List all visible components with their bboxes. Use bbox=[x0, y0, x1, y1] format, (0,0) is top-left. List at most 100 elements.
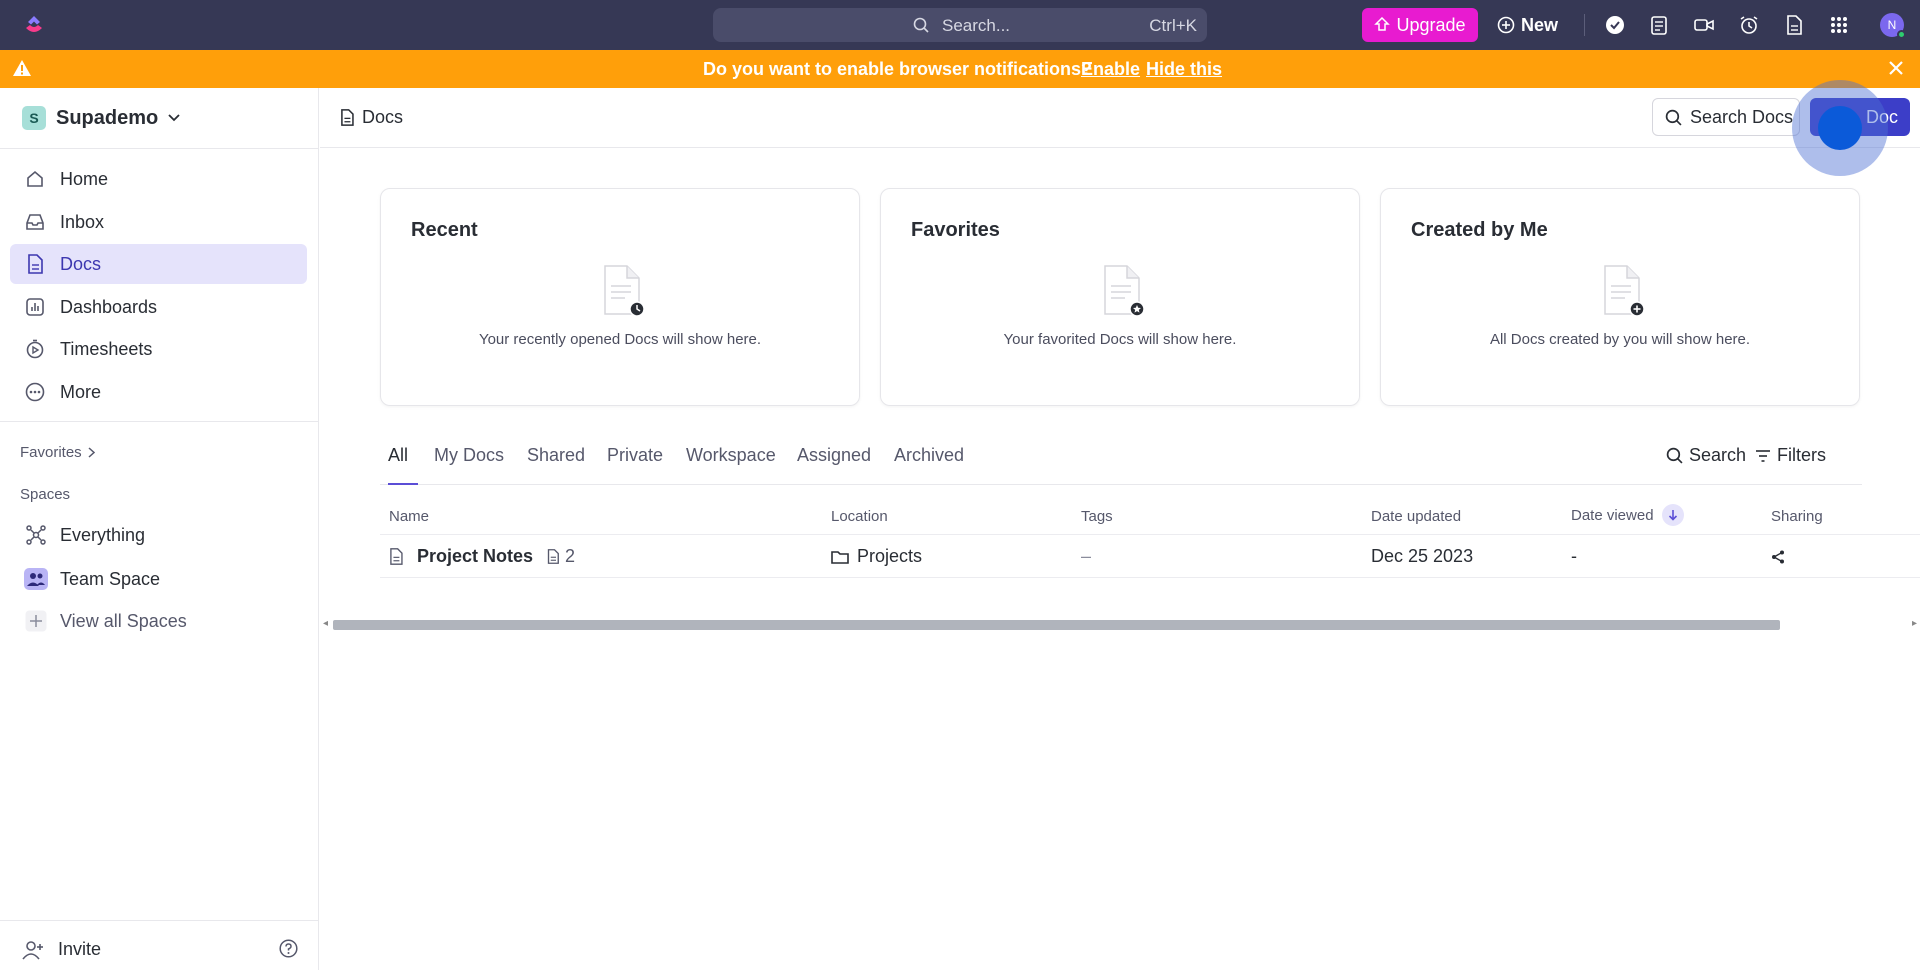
page-icon bbox=[547, 549, 559, 564]
sidebar-item-docs[interactable]: Docs bbox=[10, 244, 307, 284]
workspace-switcher[interactable]: S Supademo bbox=[22, 106, 180, 130]
sidebar-item-label: Timesheets bbox=[60, 338, 153, 359]
tab-all[interactable]: All bbox=[388, 445, 418, 485]
doc-date-viewed: - bbox=[1571, 546, 1577, 566]
chevron-right-icon bbox=[88, 447, 95, 458]
inbox-icon bbox=[24, 213, 46, 231]
sidebar-item-label: Dashboards bbox=[60, 296, 158, 317]
favorites-section[interactable]: Favorites bbox=[20, 444, 95, 461]
sort-descending-icon[interactable] bbox=[1661, 504, 1684, 526]
card-title: Recent bbox=[411, 219, 478, 241]
home-icon bbox=[24, 169, 46, 189]
card-title: Created by Me bbox=[1411, 219, 1548, 241]
column-header-date-updated[interactable]: Date updated bbox=[1371, 508, 1461, 525]
warning-icon bbox=[12, 59, 32, 77]
filters-label: Filters bbox=[1777, 445, 1826, 465]
doc-name: Project Notes bbox=[417, 546, 534, 566]
filters-button[interactable]: Filters bbox=[1755, 445, 1826, 466]
tab-shared[interactable]: Shared bbox=[527, 445, 585, 485]
doc-icon bbox=[389, 548, 403, 565]
global-search-input[interactable]: Search... Ctrl+K bbox=[713, 8, 1207, 42]
doc-icon bbox=[24, 254, 46, 274]
doc-name-cell[interactable]: Project Notes 2 bbox=[389, 546, 575, 567]
video-icon[interactable] bbox=[1693, 14, 1715, 36]
more-icon bbox=[24, 382, 46, 402]
alarm-clock-icon[interactable] bbox=[1738, 14, 1760, 36]
card-text: Your recently opened Docs will show here… bbox=[478, 331, 762, 348]
close-icon[interactable] bbox=[1888, 60, 1904, 76]
sidebar-item-timesheets[interactable]: Timesheets bbox=[10, 329, 307, 369]
scroll-right-icon[interactable]: ▸ bbox=[1912, 618, 1917, 629]
online-status-dot bbox=[1897, 30, 1906, 39]
sidebar-divider bbox=[0, 421, 319, 422]
tab-my-docs[interactable]: My Docs bbox=[434, 445, 504, 485]
column-header-location[interactable]: Location bbox=[831, 508, 888, 525]
topbar-divider bbox=[1584, 14, 1585, 36]
invite-button[interactable]: Invite bbox=[22, 939, 101, 960]
favorites-label: Favorites bbox=[20, 444, 82, 461]
page-count-value: 2 bbox=[565, 546, 576, 566]
upgrade-icon bbox=[1374, 17, 1391, 33]
apps-grid-icon[interactable] bbox=[1828, 14, 1850, 36]
search-docs-label: Search Docs bbox=[1690, 106, 1794, 127]
sidebar-item-dashboards[interactable]: Dashboards bbox=[10, 287, 307, 327]
breadcrumb[interactable]: Docs bbox=[340, 107, 403, 128]
scroll-left-icon[interactable]: ◂ bbox=[323, 618, 328, 629]
doc-icon bbox=[340, 109, 354, 126]
clickup-logo-icon[interactable] bbox=[22, 13, 46, 37]
help-icon[interactable] bbox=[279, 939, 298, 958]
share-icon[interactable] bbox=[1771, 550, 1785, 564]
column-header-sharing[interactable]: Sharing bbox=[1771, 508, 1823, 525]
sidebar-divider bbox=[0, 148, 319, 149]
filter-icon bbox=[1755, 449, 1771, 463]
sidebar-item-home[interactable]: Home bbox=[10, 159, 307, 199]
sidebar-item-more[interactable]: More bbox=[10, 372, 307, 412]
new-button[interactable]: New bbox=[1497, 8, 1558, 42]
card-title: Favorites bbox=[911, 219, 1000, 241]
horizontal-scrollbar[interactable]: ◂ ▸ bbox=[320, 617, 1920, 631]
check-circle-icon[interactable] bbox=[1604, 14, 1626, 36]
table-search-button[interactable]: Search bbox=[1666, 445, 1746, 466]
folder-icon bbox=[831, 550, 849, 564]
enable-notifications-link[interactable]: Enable bbox=[1081, 59, 1140, 80]
table-divider bbox=[380, 534, 1920, 535]
user-avatar[interactable]: N bbox=[1880, 13, 1906, 39]
hide-banner-link[interactable]: Hide this bbox=[1146, 59, 1222, 80]
banner-message: Do you want to enable browser notificati… bbox=[703, 59, 1093, 79]
sidebar-item-label: Docs bbox=[60, 253, 102, 274]
invite-label: Invite bbox=[58, 939, 102, 959]
column-header-date-viewed[interactable]: Date viewed bbox=[1571, 504, 1684, 526]
search-docs-button[interactable]: Search Docs bbox=[1652, 98, 1800, 136]
tab-private[interactable]: Private bbox=[607, 445, 663, 485]
notepad-icon[interactable] bbox=[1648, 14, 1670, 36]
doc-tags-cell[interactable]: – bbox=[1081, 546, 1091, 567]
doc-location-cell[interactable]: Projects bbox=[831, 546, 922, 567]
space-item-label: Team Space bbox=[60, 568, 161, 589]
recent-docs-card: Recent Your recently opened Docs will sh… bbox=[380, 188, 860, 406]
tab-assigned[interactable]: Assigned bbox=[797, 445, 871, 485]
space-item-label: Everything bbox=[60, 524, 146, 545]
column-header-tags[interactable]: Tags bbox=[1081, 508, 1113, 525]
view-all-spaces-button[interactable]: View all Spaces bbox=[10, 601, 307, 641]
space-item-everything[interactable]: Everything bbox=[10, 515, 307, 555]
dashboard-icon bbox=[24, 298, 46, 316]
sidebar: S Supademo Home Inbox Docs Dashboards Ti bbox=[0, 88, 319, 970]
sidebar-divider bbox=[0, 920, 319, 921]
scrollbar-thumb[interactable] bbox=[333, 620, 1780, 630]
sidebar-item-inbox[interactable]: Inbox bbox=[10, 202, 307, 242]
tab-workspace[interactable]: Workspace bbox=[686, 445, 776, 485]
tab-archived[interactable]: Archived bbox=[894, 445, 964, 485]
upgrade-button[interactable]: Upgrade bbox=[1362, 8, 1478, 42]
column-header-name[interactable]: Name bbox=[389, 508, 429, 525]
docs-tabs: All My Docs Shared Private Workspace Ass… bbox=[380, 441, 1862, 485]
doc-clock-icon bbox=[601, 264, 645, 318]
document-icon[interactable] bbox=[1783, 14, 1805, 36]
page-header: Docs Search Docs Doc bbox=[320, 80, 1920, 176]
spaces-section-label: Spaces bbox=[20, 486, 71, 503]
timesheet-icon bbox=[24, 339, 46, 359]
column-header-label: Date viewed bbox=[1571, 506, 1654, 524]
space-item-team-space[interactable]: Team Space bbox=[10, 559, 307, 599]
everything-icon bbox=[24, 524, 48, 546]
doc-date-updated: Dec 25 2023 bbox=[1371, 546, 1474, 566]
breadcrumb-label: Docs bbox=[362, 107, 404, 127]
